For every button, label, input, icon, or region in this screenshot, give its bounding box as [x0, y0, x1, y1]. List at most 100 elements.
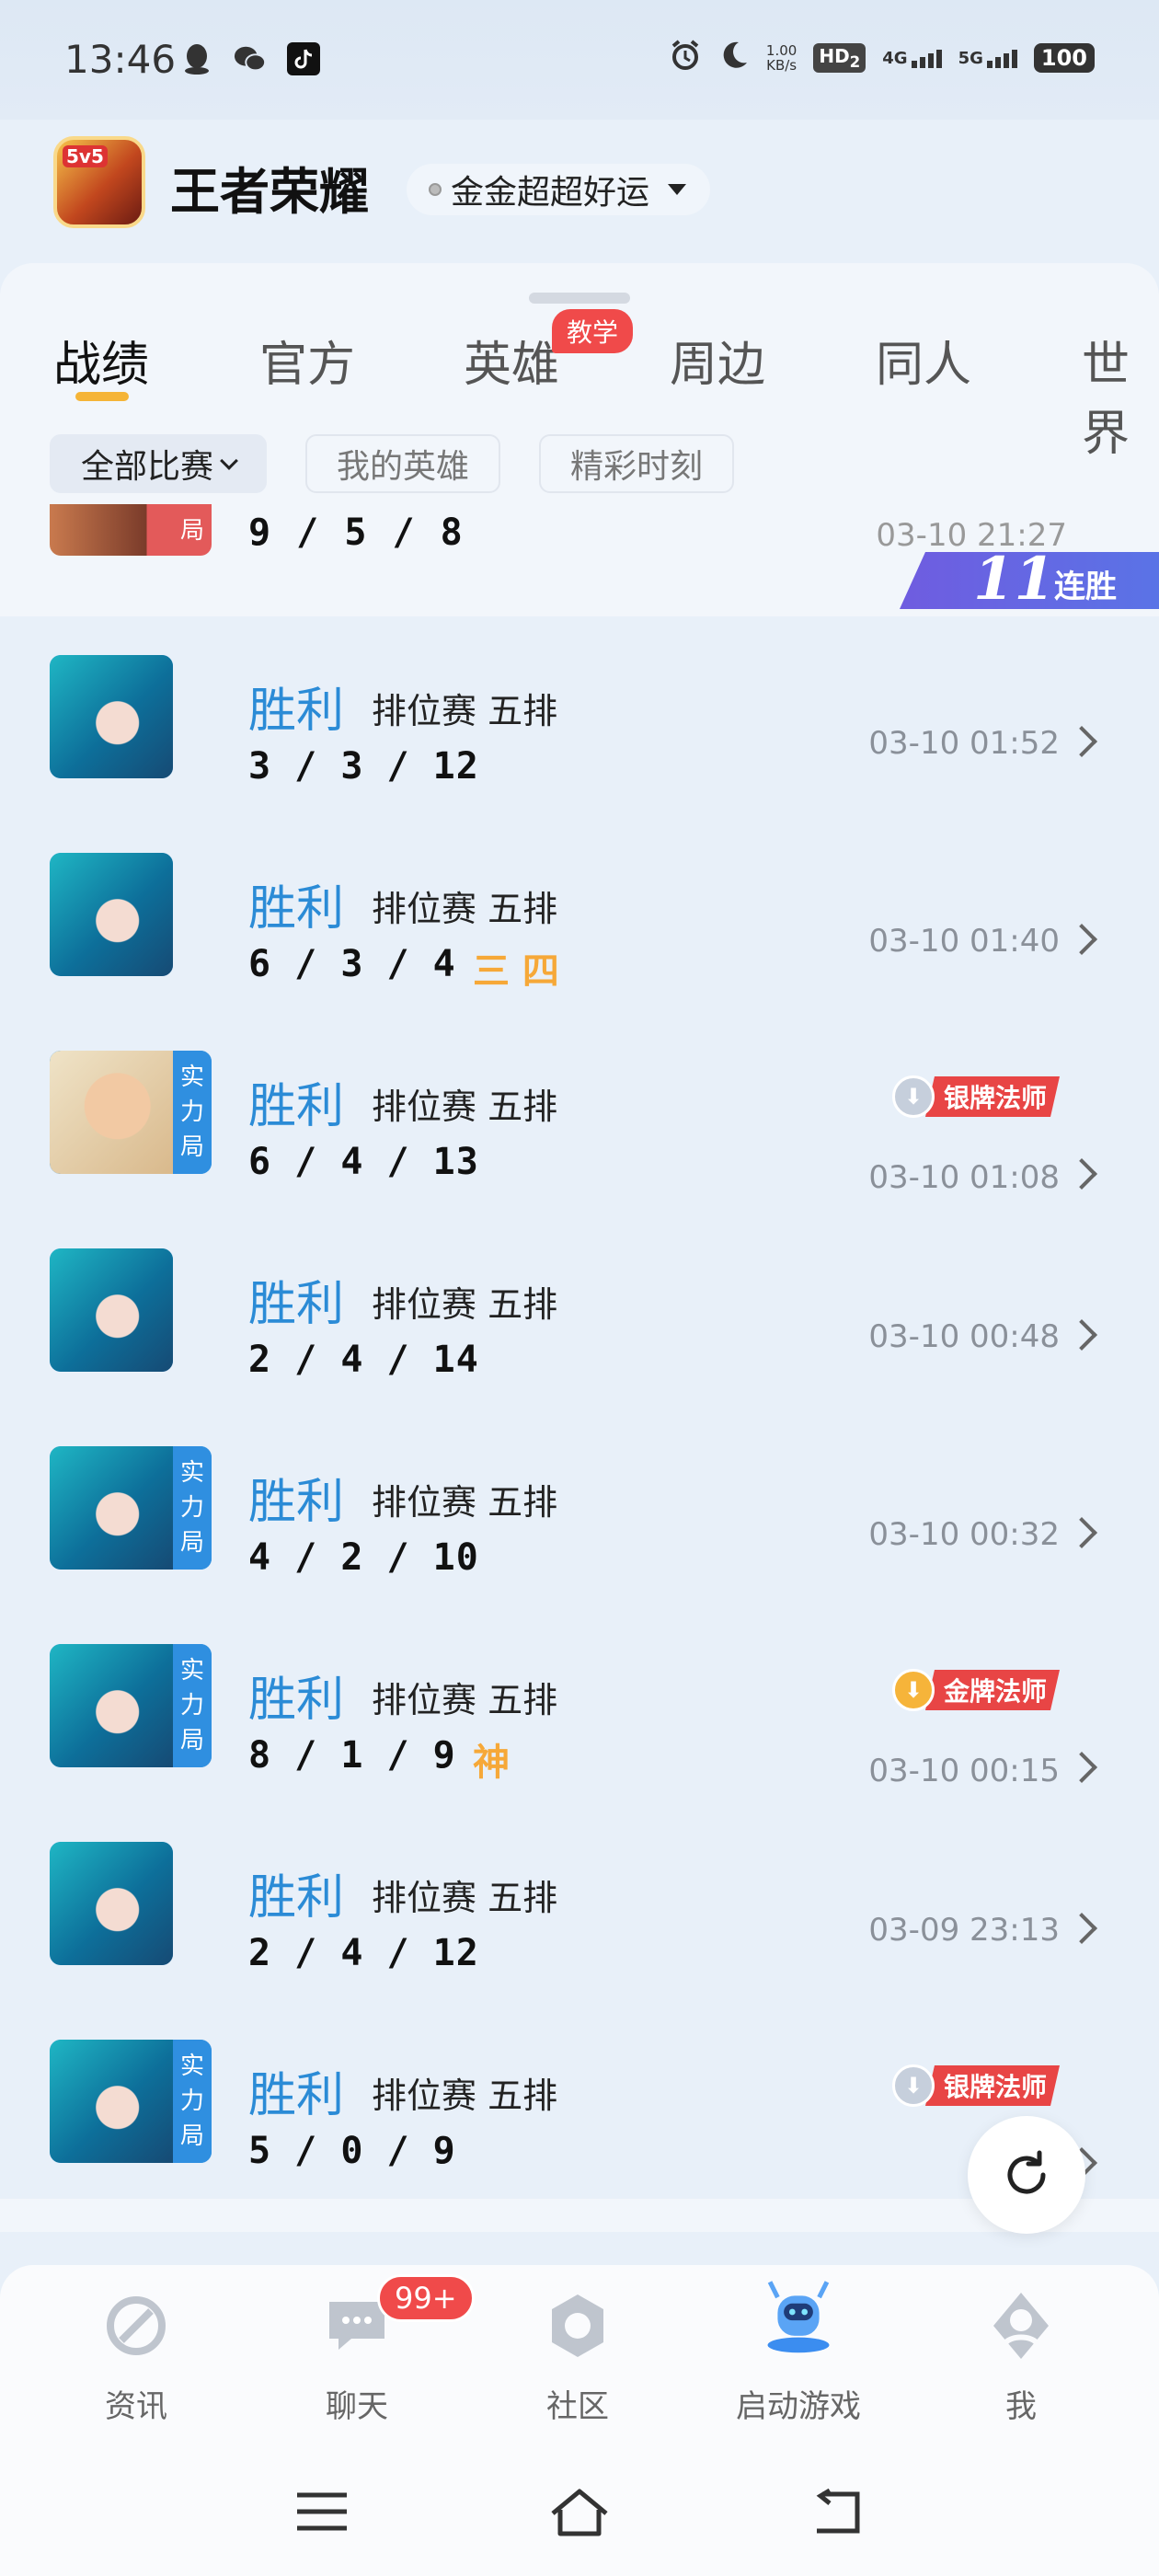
streak-label: 连胜 [1054, 569, 1117, 605]
battery-indicator: 100 [1033, 43, 1095, 73]
avatar-tag-char: 局 [179, 1133, 204, 1161]
avatar-tag-char: 力 [179, 1494, 204, 1522]
hero-portrait [50, 1842, 173, 1965]
hero-portrait [50, 853, 173, 976]
nav-launch-game[interactable]: 启动游戏 [706, 2281, 890, 2426]
match-list: 胜利 排位赛 五排 3 / 3 / 12 03-10 01:52 胜利 排位赛 … [0, 616, 1159, 2199]
nav-news[interactable]: 资讯 [44, 2283, 228, 2426]
match-time: 03-10 01:52 [868, 725, 1060, 762]
avatar-tag-char: 局 [179, 1529, 204, 1557]
kda-text: 6 / 3 / 4 [248, 943, 456, 985]
match-row[interactable]: 实力局 胜利 排位赛 五排 8 / 1 / 9 神 ⬇ 金牌法师 03-10 00… [0, 1605, 1159, 1803]
avatar-tag-char: 实 [179, 1459, 204, 1487]
hero-avatar: 实力局 [50, 1051, 212, 1174]
nav-chat-label: 聊天 [326, 2388, 388, 2425]
avatar-tag-char: 局 [179, 2122, 204, 2150]
app-header: 5v5 王者荣耀 金金超超好运 [0, 129, 1159, 248]
tab-record[interactable]: 战绩 [53, 326, 149, 395]
avatar-tag: 实力局 [173, 1446, 212, 1570]
app-icon-badge: 5v5 [63, 145, 108, 167]
kda-text: 3 / 3 / 12 [248, 745, 479, 788]
avatar-tag: 局 [179, 517, 204, 545]
match-mode: 排位赛 五排 [372, 889, 558, 929]
match-mode: 排位赛 五排 [372, 2076, 558, 2116]
hero-avatar [50, 655, 173, 778]
hd-sub: 2 [849, 53, 861, 71]
match-result: 胜利 [248, 1870, 345, 1926]
medal-icon: ⬇ [891, 1669, 935, 1711]
refresh-button[interactable] [968, 2116, 1085, 2234]
match-time: 03-10 01:40 [868, 923, 1060, 960]
tab-merch[interactable]: 周边 [670, 326, 765, 395]
hero-avatar [50, 1248, 173, 1372]
nav-launch-label: 启动游戏 [736, 2388, 861, 2425]
hero-portrait [50, 2040, 173, 2163]
honor-badges: 神 [473, 1742, 510, 1784]
match-time: 03-10 00:48 [868, 1318, 1060, 1355]
match-result: 胜利 [248, 684, 345, 739]
medal-badge: ⬇ 金牌法师 [891, 1669, 1060, 1711]
kda-text: 5 / 0 / 9 [248, 2130, 456, 2172]
launch-game-icon [756, 2281, 841, 2368]
community-icon [535, 2283, 620, 2368]
honor-badges: 三 四 [473, 950, 559, 993]
match-mode: 排位赛 五排 [372, 1284, 558, 1325]
chevron-right-icon [1066, 726, 1097, 757]
nav-me-label: 我 [1005, 2388, 1037, 2425]
tab-fanart[interactable]: 同人 [876, 326, 971, 395]
filter-my-heroes[interactable]: 我的英雄 [305, 434, 501, 493]
match-row[interactable]: 胜利 排位赛 五排 2 / 4 / 14 03-10 00:48 [0, 1210, 1159, 1408]
avatar-tag-char: 力 [179, 1692, 204, 1719]
filter-all-matches[interactable]: 全部比赛 [50, 434, 268, 493]
net-speed-unit: KB/s [766, 57, 798, 74]
match-row-partial[interactable]: 局 9 / 5 / 8 03-10 21:27 11 连胜 [0, 504, 1159, 616]
match-mode: 排位赛 五排 [372, 1680, 558, 1720]
match-row[interactable]: 实力局 胜利 排位赛 五排 4 / 2 / 10 03-10 00:32 [0, 1408, 1159, 1605]
medal-icon: ⬇ [891, 2064, 935, 2107]
status-bar: 13:46 1.00 KB/s HD2 4G 5G 100 [0, 0, 1159, 120]
online-status-dot [429, 183, 442, 196]
match-result: 胜利 [248, 1475, 345, 1530]
match-time: 03-10 00:32 [868, 1516, 1060, 1553]
avatar-tag-char: 力 [179, 2087, 204, 2115]
tab-world[interactable]: 世界 [1082, 326, 1159, 464]
account-switcher[interactable]: 金金超超好运 [407, 164, 711, 215]
game-app-icon[interactable]: 5v5 [53, 136, 145, 228]
moon-icon [718, 40, 750, 76]
menu-icon[interactable] [285, 2484, 359, 2539]
page-title: 王者荣耀 [170, 163, 369, 221]
medal-icon: ⬇ [891, 1075, 935, 1118]
match-row[interactable]: 胜利 排位赛 五排 2 / 4 / 12 03-09 23:13 [0, 1803, 1159, 2001]
avatar-tag: 实力局 [173, 1051, 212, 1174]
tab-hero[interactable]: 英雄 [464, 326, 559, 395]
medal-label: 银牌法师 [925, 1076, 1060, 1117]
caret-down-icon [668, 184, 687, 195]
chevron-right-icon [1066, 1517, 1097, 1548]
nav-me[interactable]: 我 [929, 2283, 1113, 2426]
drag-handle[interactable] [529, 293, 630, 304]
home-icon[interactable] [543, 2484, 616, 2539]
hd-label: HD [819, 45, 850, 67]
match-result: 胜利 [248, 2068, 345, 2123]
match-result: 胜利 [248, 1277, 345, 1332]
signal-5g: 5G [958, 49, 1017, 68]
tab-official[interactable]: 官方 [259, 326, 355, 395]
nav-community-label: 社区 [546, 2388, 609, 2425]
douyin-icon [287, 42, 320, 75]
match-mode: 排位赛 五排 [372, 1087, 558, 1127]
match-row[interactable]: 胜利 排位赛 五排 6 / 3 / 4 三 四 03-10 01:40 [0, 814, 1159, 1012]
match-time: 03-10 01:08 [868, 1159, 1060, 1196]
chevron-right-icon [1066, 1752, 1097, 1783]
hero-avatar [50, 853, 173, 976]
hero-avatar: 实力局 [50, 1644, 212, 1767]
qq-icon [180, 42, 213, 75]
avatar-tag: 实力局 [173, 1644, 212, 1767]
match-row[interactable]: 胜利 排位赛 五排 3 / 3 / 12 03-10 01:52 [0, 616, 1159, 814]
nav-community[interactable]: 社区 [486, 2283, 670, 2426]
match-row[interactable]: 实力局 胜利 排位赛 五排 6 / 4 / 13 ⬇ 银牌法师 03-10 01:… [0, 1012, 1159, 1210]
medal-badge: ⬇ 银牌法师 [891, 2064, 1060, 2107]
kda-text: 4 / 2 / 10 [248, 1536, 479, 1579]
back-icon[interactable] [800, 2484, 874, 2539]
filter-highlights[interactable]: 精彩时刻 [539, 434, 735, 493]
match-result: 胜利 [248, 1079, 345, 1134]
